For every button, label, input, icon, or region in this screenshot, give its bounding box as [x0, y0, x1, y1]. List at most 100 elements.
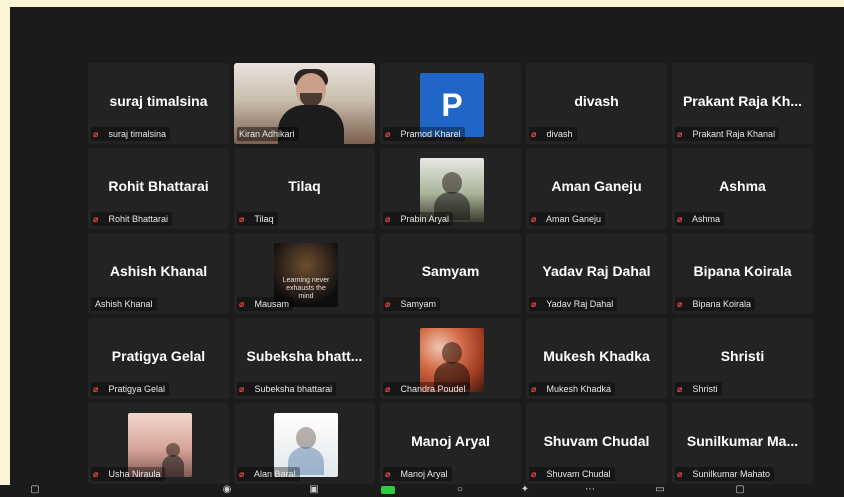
participant-tile[interactable]: Mukesh Khadka ⌀ Mukesh Khadka — [526, 318, 667, 399]
toolbar-participants-icon[interactable]: ◉ — [222, 485, 232, 495]
participant-tile[interactable]: Samyam ⌀ Samyam — [380, 233, 521, 314]
participant-label: Ashish Khanal — [91, 297, 157, 311]
participant-name: Mukesh Khadka — [543, 348, 650, 364]
participant-label: ⌀ Prabin Aryal — [383, 212, 454, 226]
participant-tile[interactable]: Ashish Khanal Ashish Khanal — [88, 233, 229, 314]
person-silhouette-head — [442, 342, 462, 364]
participant-label-text: Alan Baral — [254, 469, 296, 479]
participant-name: Manoj Aryal — [411, 433, 490, 449]
participant-label: ⌀ Mukesh Khadka — [529, 382, 616, 396]
participant-tile[interactable]: P ⌀ Pramod Kharel — [380, 63, 521, 144]
participant-name: Shuvam Chudal — [543, 433, 650, 449]
participant-name: suraj timalsina — [109, 93, 208, 109]
mic-muted-icon: ⌀ — [385, 214, 391, 224]
mic-muted-icon: ⌀ — [239, 214, 245, 224]
participant-tile[interactable]: Tilaq ⌀ Tilaq — [234, 148, 375, 229]
participant-tile[interactable]: ⌀ Alan Baral — [234, 403, 375, 484]
participant-tile-active[interactable]: Kiran Adhikari — [234, 63, 375, 144]
meeting-window: suraj timalsina ⌀ suraj timalsina Kiran … — [10, 7, 844, 497]
participant-name: Shristi — [720, 348, 765, 364]
mic-muted-icon: ⌀ — [385, 299, 391, 309]
mic-muted-icon: ⌀ — [385, 384, 391, 394]
participant-tile[interactable]: Learning never exhausts the mind ⌀ Mausa… — [234, 233, 375, 314]
participant-label-text: Yadav Raj Dahal — [546, 299, 614, 309]
participant-tile[interactable]: Rohit Bhattarai ⌀ Rohit Bhattarai — [88, 148, 229, 229]
participant-tile[interactable]: ⌀ Prabin Aryal — [380, 148, 521, 229]
participant-tile[interactable]: Bipana Koirala ⌀ Bipana Koirala — [672, 233, 813, 314]
participant-label: ⌀ Aman Ganeju — [529, 212, 606, 226]
participant-label: ⌀ Subeksha bhattarai — [237, 382, 337, 396]
participant-label-text: Prakant Raja Khanal — [692, 129, 776, 139]
participant-name: Aman Ganeju — [551, 178, 642, 194]
participant-label: ⌀ Bipana Koirala — [675, 297, 756, 311]
participant-label-text: divash — [546, 129, 573, 139]
toolbar-share-icon[interactable]: ▣ — [309, 485, 319, 495]
toolbar-mic-icon[interactable]: ▢ — [30, 485, 40, 495]
participant-tile[interactable]: Manoj Aryal ⌀ Manoj Aryal — [380, 403, 521, 484]
toolbar-apps-icon[interactable]: ⋯ — [585, 485, 595, 495]
participant-name: Sunilkumar Ma... — [686, 433, 799, 449]
mic-muted-icon: ⌀ — [531, 384, 537, 394]
participant-label-text: Subeksha bhattarai — [254, 384, 333, 394]
participant-label: ⌀ Yadav Raj Dahal — [529, 297, 618, 311]
participant-name: Yadav Raj Dahal — [542, 263, 651, 279]
participant-tile[interactable]: Subeksha bhatt... ⌀ Subeksha bhattarai — [234, 318, 375, 399]
participant-tile[interactable]: divash ⌀ divash — [526, 63, 667, 144]
participant-tile[interactable]: Prakant Raja Kh... ⌀ Prakant Raja Khanal — [672, 63, 813, 144]
mic-muted-icon: ⌀ — [531, 129, 537, 139]
participant-tile[interactable]: Pratigya Gelal ⌀ Pratigya Gelal — [88, 318, 229, 399]
participant-label: ⌀ Mausam — [237, 297, 294, 311]
mic-muted-icon: ⌀ — [385, 469, 391, 479]
participant-label-text: Pratigya Gelal — [108, 384, 166, 394]
avatar-initial: P — [441, 86, 463, 123]
participant-label-text: Usha Niraula — [108, 469, 161, 479]
participant-label: ⌀ Tilaq — [237, 212, 278, 226]
mic-muted-icon: ⌀ — [531, 469, 537, 479]
person-silhouette-head — [296, 427, 316, 449]
toolbar-more-icon[interactable]: ▢ — [735, 485, 745, 495]
participant-label: ⌀ Samyam — [383, 297, 441, 311]
participant-label: ⌀ Usha Niraula — [91, 467, 165, 481]
toolbar-chat-icon[interactable]: ○ — [455, 485, 465, 495]
participant-name: Rohit Bhattarai — [108, 178, 209, 194]
mic-muted-icon: ⌀ — [239, 384, 245, 394]
participant-tile[interactable]: Yadav Raj Dahal ⌀ Yadav Raj Dahal — [526, 233, 667, 314]
participant-label-text: Manoj Aryal — [400, 469, 448, 479]
participant-name: Ashish Khanal — [109, 263, 208, 279]
participant-tile[interactable]: Aman Ganeju ⌀ Aman Ganeju — [526, 148, 667, 229]
participant-tile[interactable]: Shristi ⌀ Shristi — [672, 318, 813, 399]
participant-name: divash — [574, 93, 619, 109]
participant-label: ⌀ divash — [529, 127, 577, 141]
toolbar-reactions-icon[interactable]: ✦ — [520, 485, 530, 495]
person-silhouette-head — [442, 172, 462, 194]
participant-label-text: suraj timalsina — [108, 129, 167, 139]
participant-name: Subeksha bhatt... — [246, 348, 363, 364]
participant-label-text: Shristi — [692, 384, 718, 394]
participant-tile[interactable]: Sunilkumar Ma... ⌀ Sunilkumar Mahato — [672, 403, 813, 484]
participant-label: ⌀ Prakant Raja Khanal — [675, 127, 780, 141]
participant-label: ⌀ suraj timalsina — [91, 127, 171, 141]
mic-muted-icon: ⌀ — [239, 469, 245, 479]
meeting-toolbar: ▢ ◉ ▣ ○ ✦ ⋯ ▭ ▢ — [0, 485, 844, 497]
participant-tile[interactable]: ⌀ Usha Niraula — [88, 403, 229, 484]
participant-label-text: Aman Ganeju — [546, 214, 602, 224]
participant-label: ⌀ Pramod Kharel — [383, 127, 465, 141]
participant-name: Pratigya Gelal — [111, 348, 206, 364]
mic-muted-icon: ⌀ — [385, 129, 391, 139]
mic-muted-icon: ⌀ — [239, 299, 245, 309]
mic-muted-icon: ⌀ — [531, 214, 537, 224]
toolbar-share-screen-button[interactable] — [381, 486, 395, 494]
person-silhouette-body — [162, 455, 184, 477]
participant-tile[interactable]: Shuvam Chudal ⌀ Shuvam Chudal — [526, 403, 667, 484]
participant-label-text: Mukesh Khadka — [546, 384, 612, 394]
participant-tile[interactable]: Ashma ⌀ Ashma — [672, 148, 813, 229]
participant-label: ⌀ Shuvam Chudal — [529, 467, 615, 481]
mic-muted-icon: ⌀ — [93, 469, 99, 479]
participant-tile[interactable]: suraj timalsina ⌀ suraj timalsina — [88, 63, 229, 144]
participant-label-text: Bipana Koirala — [692, 299, 752, 309]
participant-label-text: Prabin Aryal — [400, 214, 450, 224]
participant-tile[interactable]: ⌀ Chandra Poudel — [380, 318, 521, 399]
toolbar-whiteboard-icon[interactable]: ▭ — [655, 485, 665, 495]
participant-label: ⌀ Shristi — [675, 382, 722, 396]
mic-muted-icon: ⌀ — [677, 299, 683, 309]
